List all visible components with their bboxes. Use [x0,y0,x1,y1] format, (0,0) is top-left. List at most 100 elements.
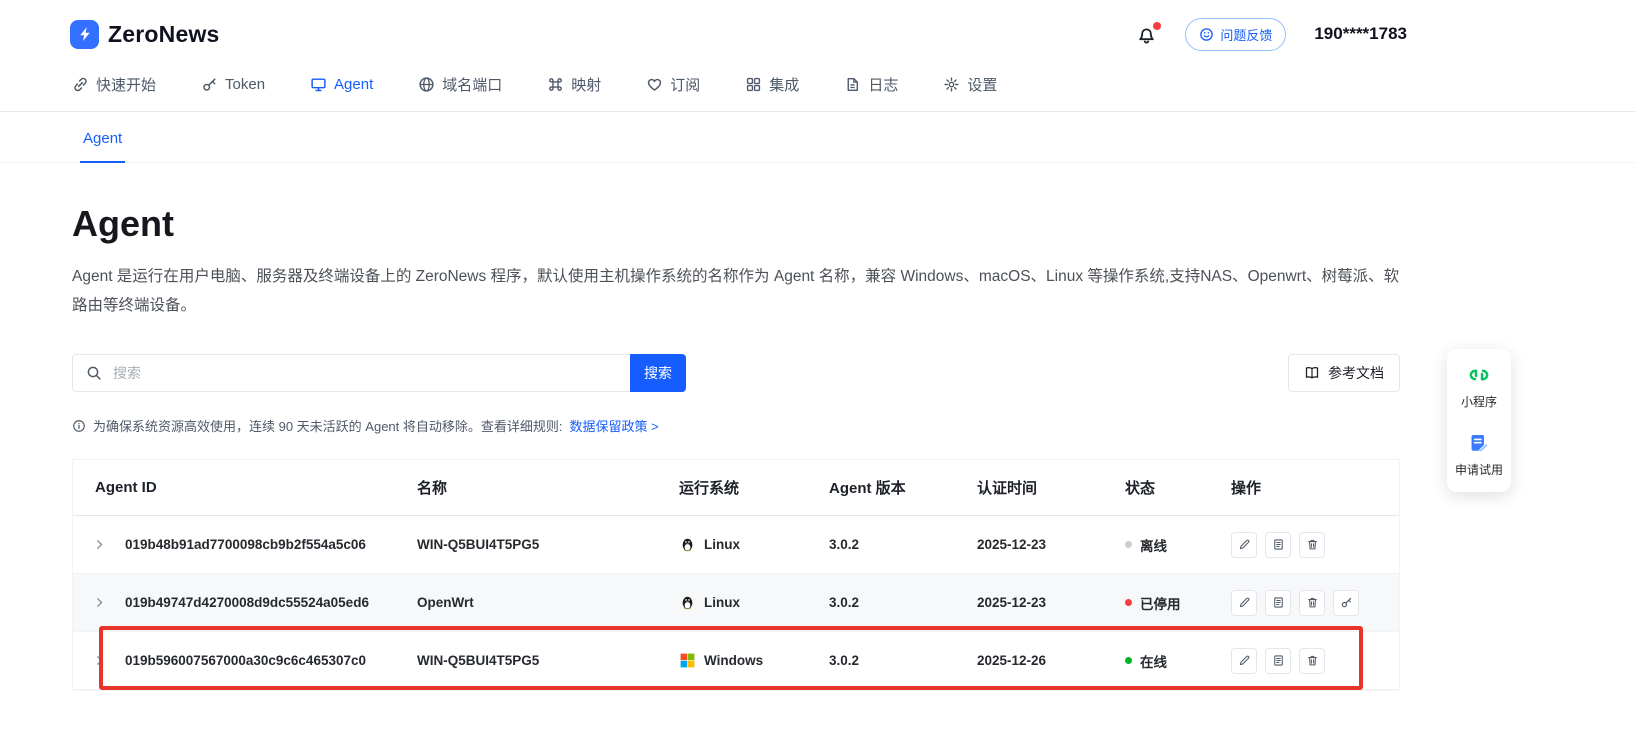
actions-cell [1231,648,1399,674]
book-icon [1304,365,1320,381]
nav-item-mapping[interactable]: 映射 [547,74,601,95]
feedback-label: 问题反馈 [1220,25,1272,44]
key-button[interactable] [1333,590,1359,616]
retention-notice: 为确保系统资源高效使用，连续 90 天未活跃的 Agent 将自动移除。查看详细… [72,416,1563,435]
zeronews-logo-icon [70,20,99,49]
notification-dot [1153,22,1161,30]
os-cell: Linux [679,594,829,611]
brand-logo[interactable]: ZeroNews [70,20,220,49]
status-label: 在线 [1140,651,1167,671]
mini-program-label: 小程序 [1461,393,1497,410]
status-cell: 在线 [1125,651,1231,671]
table-row: 019b49747d4270008d9dc55524a05ed6 OpenWrt… [73,574,1399,632]
nav-item-settings[interactable]: 设置 [943,74,997,95]
smile-icon [1199,27,1214,42]
col-name: 名称 [417,477,679,498]
col-status: 状态 [1125,477,1231,498]
floating-side-panel: 小程序 申请试用 [1447,349,1511,492]
windows-icon [679,652,696,669]
nav-item-agent[interactable]: Agent [310,76,373,93]
mini-program-icon [1468,364,1490,386]
nav-label: 映射 [571,74,601,95]
os-label: Linux [704,595,740,610]
brand-name: ZeroNews [108,21,220,48]
retention-policy-link[interactable]: 数据保留政策 > [570,416,659,435]
trash-icon [1306,654,1319,667]
nav-item-integration[interactable]: 集成 [745,74,799,95]
col-actions: 操作 [1231,477,1399,498]
auth-time-cell: 2025-12-23 [977,537,1125,552]
chevron-right-icon [93,654,106,667]
nav-label: 快速开始 [96,74,156,95]
status-cell: 已停用 [1125,593,1231,613]
status-cell: 离线 [1125,535,1231,555]
edit-icon [1238,538,1251,551]
log-button[interactable] [1265,590,1291,616]
os-label: Windows [704,653,763,668]
linux-icon [679,594,696,611]
doc-icon [1272,654,1285,667]
expand-row-button[interactable] [73,654,125,667]
nav-label: Agent [334,76,373,93]
secondary-tabbar: Agent [0,111,1635,163]
search-group: 搜索 [72,354,686,392]
notification-bell-button[interactable] [1136,24,1157,45]
controls-row: 搜索 参考文档 [72,354,1400,392]
nav-label: 订阅 [670,74,700,95]
search-button[interactable]: 搜索 [630,354,686,392]
command-icon [547,76,564,93]
app-header: ZeroNews 问题反馈 190****1783 [0,0,1635,62]
expand-row-button[interactable] [73,596,125,609]
actions-cell [1231,590,1399,616]
globe-icon [418,76,435,93]
status-dot-offline [1125,541,1132,548]
main-content: Agent Agent 是运行在用户电脑、服务器及终端设备上的 ZeroNews… [0,163,1635,691]
trash-icon [1306,538,1319,551]
auth-time-cell: 2025-12-26 [977,653,1125,668]
delete-button[interactable] [1299,532,1325,558]
gear-icon [943,76,960,93]
status-dot-online [1125,657,1132,664]
nav-item-domain-port[interactable]: 域名端口 [418,74,502,95]
page-description: Agent 是运行在用户电脑、服务器及终端设备上的 ZeroNews 程序，默认… [72,263,1408,320]
account-phone[interactable]: 190****1783 [1314,24,1407,44]
grid-icon [745,76,762,93]
agent-name-cell: WIN-Q5BUI4T5PG5 [417,537,679,552]
page-title: Agent [72,203,1563,245]
expand-row-button[interactable] [73,538,125,551]
log-button[interactable] [1265,648,1291,674]
tab-agent[interactable]: Agent [80,130,125,162]
nav-label: 集成 [769,74,799,95]
file-icon [844,76,861,93]
version-cell: 3.0.2 [829,537,977,552]
notice-text: 为确保系统资源高效使用，连续 90 天未活跃的 Agent 将自动移除。查看详细… [93,416,563,435]
search-input[interactable] [111,364,617,382]
nav-item-quick-start[interactable]: 快速开始 [72,74,156,95]
delete-button[interactable] [1299,648,1325,674]
col-version: Agent 版本 [829,477,977,498]
delete-button[interactable] [1299,590,1325,616]
log-button[interactable] [1265,532,1291,558]
actions-cell [1231,532,1399,558]
reference-docs-button[interactable]: 参考文档 [1288,354,1400,392]
nav-item-token[interactable]: Token [201,76,265,93]
status-label: 离线 [1140,535,1167,555]
col-auth-time: 认证时间 [977,477,1125,498]
info-icon [72,419,86,433]
doc-icon [1272,596,1285,609]
mini-program-button[interactable]: 小程序 [1461,364,1497,410]
heart-icon [646,76,663,93]
apply-trial-icon [1468,432,1490,454]
apply-trial-button[interactable]: 申请试用 [1455,432,1503,478]
edit-button[interactable] [1231,648,1257,674]
monitor-icon [310,76,327,93]
edit-button[interactable] [1231,590,1257,616]
nav-label: 日志 [868,74,898,95]
nav-item-subscription[interactable]: 订阅 [646,74,700,95]
agent-id-cell: 019b48b91ad7700098cb9b2f554a5c06 [125,537,417,552]
feedback-button[interactable]: 问题反馈 [1185,18,1286,51]
version-cell: 3.0.2 [829,595,977,610]
edit-button[interactable] [1231,532,1257,558]
key-icon [201,76,218,93]
nav-item-logs[interactable]: 日志 [844,74,898,95]
